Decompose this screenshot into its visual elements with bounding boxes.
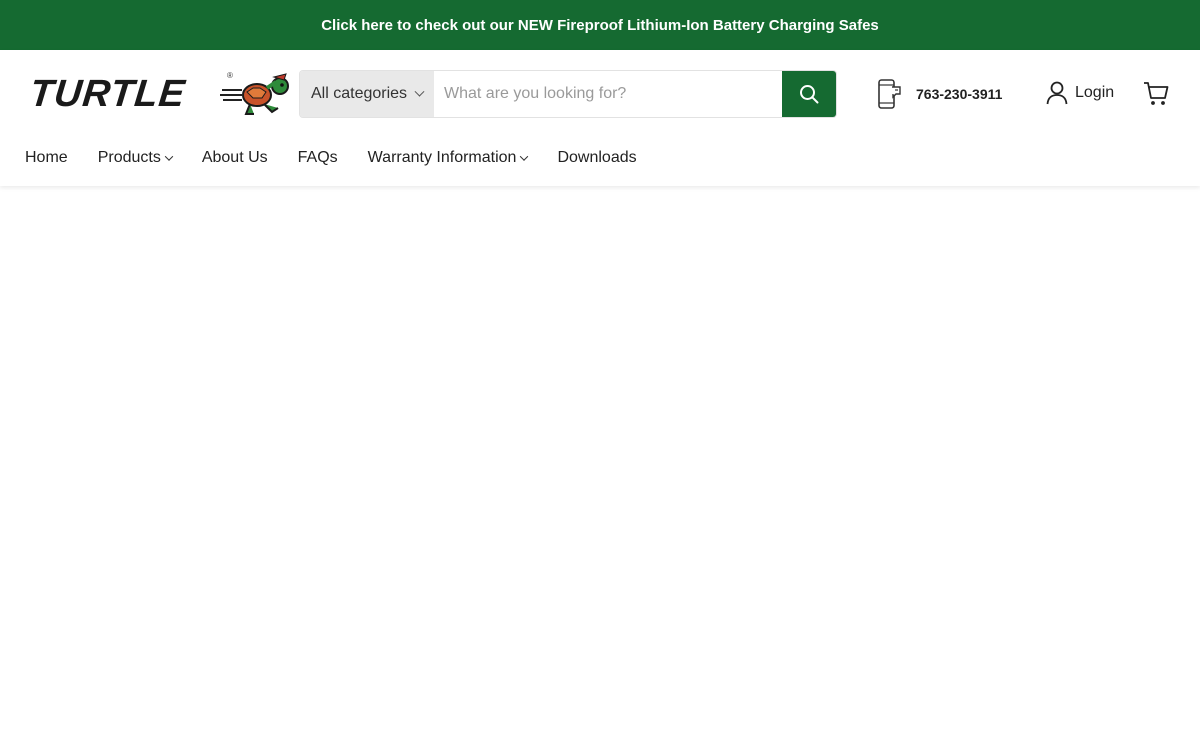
nav-item-faqs[interactable]: FAQs: [298, 149, 338, 167]
login-link[interactable]: Login: [1046, 81, 1114, 105]
chevron-down-icon: [414, 86, 425, 97]
logo-wordmark: TURTLE: [27, 72, 188, 115]
category-select-label: All categories: [311, 85, 408, 102]
announcement-text: Click here to check out our NEW Fireproo…: [321, 16, 879, 34]
site-header: TURTLE ® All categories What are you loo…: [0, 50, 1200, 186]
login-label: Login: [1075, 84, 1115, 101]
nav-item-home[interactable]: Home: [25, 149, 68, 167]
cart-icon: [1144, 82, 1169, 105]
turtle-logo[interactable]: TURTLE ®: [27, 68, 289, 120]
chevron-down-icon: [520, 152, 529, 161]
main-navigation: Home Products About Us FAQs Warranty Inf…: [25, 147, 667, 169]
search-input[interactable]: [434, 71, 782, 117]
nav-item-products[interactable]: Products: [97, 149, 174, 167]
cart-button[interactable]: [1143, 81, 1169, 112]
nav-item-label: Warranty Information: [367, 149, 517, 166]
search-icon: [800, 85, 819, 104]
nav-item-warranty-information[interactable]: Warranty Information: [367, 149, 529, 167]
nav-item-label: Downloads: [557, 149, 637, 166]
phone-link[interactable]: 763-230-3911: [876, 78, 1002, 110]
search-bar: All categories: [299, 70, 837, 118]
nav-item-label: Home: [25, 149, 68, 166]
announcement-bar-link[interactable]: Click here to check out our NEW Fireproo…: [0, 0, 1200, 50]
nav-item-downloads[interactable]: Downloads: [557, 149, 636, 167]
phone-number: 763-230-3911: [916, 86, 1003, 102]
chevron-down-icon: [164, 152, 174, 161]
nav-item-label: FAQs: [297, 149, 338, 166]
nav-item-label: Products: [97, 149, 161, 166]
nav-item-about-us[interactable]: About Us: [202, 149, 268, 167]
nav-item-label: About Us: [201, 149, 268, 166]
search-button[interactable]: [782, 71, 836, 117]
category-select[interactable]: All categories: [300, 71, 434, 117]
turtle-mascot-icon: [220, 73, 289, 115]
user-icon: [1046, 81, 1068, 105]
phone-icon: [878, 79, 901, 109]
